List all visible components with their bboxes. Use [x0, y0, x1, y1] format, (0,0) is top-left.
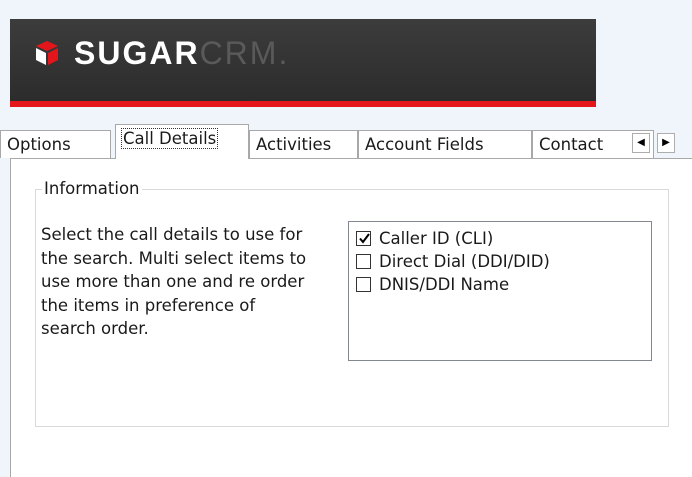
arrow-right-icon: ▶	[662, 137, 670, 148]
sugarcrm-logo: SUGARCRM.	[34, 36, 289, 70]
tab-options[interactable]: Options	[0, 130, 111, 158]
logo-text-crm: CRM.	[199, 35, 290, 71]
checkmark-icon	[359, 232, 370, 244]
logo-text-sugar: SUGAR	[74, 35, 200, 71]
information-description: Select the call details to use for the s…	[41, 225, 307, 339]
list-item-caller-id[interactable]: Caller ID (CLI)	[356, 227, 493, 249]
tab-panel-call-details: Information Select the call details to u…	[10, 158, 692, 477]
tab-account-fields[interactable]: Account Fields	[358, 130, 532, 158]
tab-scroll-right-button[interactable]: ▶	[657, 133, 675, 153]
tab-activities[interactable]: Activities	[249, 130, 358, 158]
checkbox-direct-dial[interactable]	[356, 253, 371, 269]
call-details-listbox[interactable]: Caller ID (CLI) Direct Dial (DDI/DID) DN…	[348, 221, 652, 361]
checkbox-dnis-ddi-name[interactable]	[356, 276, 371, 292]
checkbox-caller-id[interactable]	[356, 230, 371, 246]
tab-strip: Options Call Details Activities Account …	[0, 122, 692, 159]
groupbox-title: Information	[42, 178, 142, 200]
arrow-left-icon: ◀	[637, 137, 645, 148]
sugar-cube-icon	[36, 41, 58, 65]
list-item-direct-dial[interactable]: Direct Dial (DDI/DID)	[356, 250, 550, 272]
list-item-dnis-ddi-name[interactable]: DNIS/DDI Name	[356, 273, 509, 295]
tab-call-details[interactable]: Call Details	[115, 124, 249, 159]
tab-scroll-left-button[interactable]: ◀	[632, 133, 650, 153]
banner-accent-line	[10, 101, 596, 107]
